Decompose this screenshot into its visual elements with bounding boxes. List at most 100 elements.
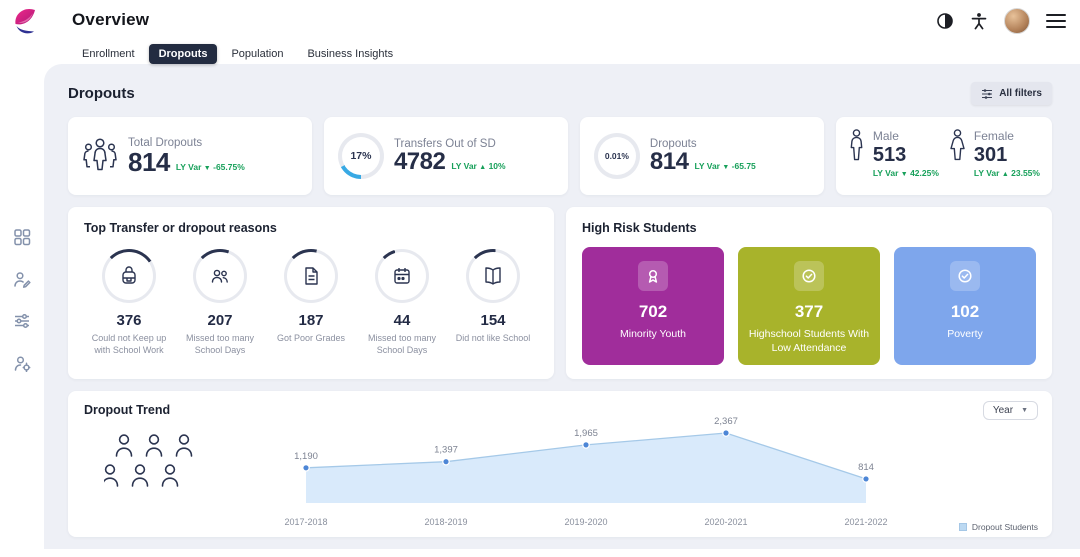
svg-text:2018-2019: 2018-2019 xyxy=(424,517,467,527)
top-header: Overview xyxy=(0,0,1080,42)
reason-item: 154 Did not like School xyxy=(448,249,538,356)
contrast-toggle-button[interactable] xyxy=(936,12,954,30)
kpi-total-dropouts: Total Dropouts 814 LY Var ▼ -65.75% xyxy=(68,117,312,195)
transfers-gauge: 17% xyxy=(337,133,384,179)
kpi-male-female: Male 513 LY Var ▼ 42.25% Female 301 LY V… xyxy=(835,117,1052,195)
reason-gauge xyxy=(102,249,156,303)
sidebar-item-students[interactable] xyxy=(13,270,31,288)
sidebar-item-profile[interactable] xyxy=(13,354,31,372)
reasons-title: Top Transfer or dropout reasons xyxy=(84,221,277,235)
reasons-card: Top Transfer or dropout reasons 376 Coul… xyxy=(68,207,554,379)
trend-chart: 1,190 2017-2018 1,397 2018-2019 1,965 2019-20… xyxy=(284,416,887,527)
ly-var-badge: LY Var ▼ -65.75 xyxy=(694,161,756,171)
svg-text:2019-2020: 2019-2020 xyxy=(564,517,607,527)
reason-value: 154 xyxy=(480,312,506,329)
kpi-value: 814 xyxy=(128,147,170,177)
award-icon xyxy=(648,269,658,283)
ly-var-badge: LY Var ▲ 23.55% xyxy=(973,168,1040,178)
sidebar-item-dashboard[interactable] xyxy=(13,228,31,246)
ly-var-badge: LY Var ▼ -65.75% xyxy=(175,162,245,172)
svg-text:2017-2018: 2017-2018 xyxy=(284,517,327,527)
schoolwork-icon xyxy=(122,266,136,284)
ly-var-badge: LY Var ▲ 10% xyxy=(451,161,506,171)
reason-item: 44 Missed too many School Days xyxy=(357,249,447,356)
ly-var-badge: LY Var ▼ 42.25% xyxy=(872,168,939,178)
risk-value: 377 xyxy=(794,302,824,321)
reason-label: Could not Keep up with School Work xyxy=(91,333,167,356)
trend-title: Dropout Trend xyxy=(84,403,171,417)
kpi-transfers-out: 17% Transfers Out of SD 4782 LY Var ▲ 10… xyxy=(323,117,568,195)
sidebar-item-filters[interactable] xyxy=(13,312,31,330)
hamburger-menu-icon xyxy=(1046,14,1066,28)
risk-label: Highschool Students With Low Attendance xyxy=(748,328,870,355)
attendance-icon xyxy=(211,269,228,283)
svg-text:1,965: 1,965 xyxy=(574,428,598,439)
tab-dropouts[interactable]: Dropouts xyxy=(148,44,218,64)
school-icon xyxy=(485,267,501,285)
svg-text:2020-2021: 2020-2021 xyxy=(704,517,747,527)
high-risk-title: High Risk Students xyxy=(582,221,697,235)
all-filters-button[interactable]: All filters xyxy=(971,82,1052,105)
kpi-male: Male 513 LY Var ▼ 42.25% xyxy=(848,129,939,183)
student-edit-icon xyxy=(14,272,31,288)
kpi-dropouts-pct: 0.01% Dropouts 814 LY Var ▼ -65.75 xyxy=(579,117,824,195)
tab-enrollment[interactable]: Enrollment xyxy=(72,44,145,64)
female-icon xyxy=(950,129,965,161)
reason-gauge xyxy=(284,249,338,303)
triangle-up-icon: ▲ xyxy=(1001,171,1009,178)
reason-label: Got Poor Grades xyxy=(276,333,346,343)
tab-business-insights[interactable]: Business Insights xyxy=(297,44,403,64)
risk-tile-low-attendance: 377 Highschool Students With Low Attenda… xyxy=(738,247,880,365)
user-avatar xyxy=(1004,8,1030,34)
gauge-percent: 17% xyxy=(341,137,380,175)
reason-value: 207 xyxy=(207,312,233,329)
section-title: Dropouts xyxy=(68,85,135,102)
risk-label: Minority Youth xyxy=(620,328,686,340)
header-actions xyxy=(936,8,1066,34)
page-title: Overview xyxy=(72,10,150,29)
tab-bar: Enrollment Dropouts Population Business … xyxy=(72,44,403,64)
triangle-down-icon: ▼ xyxy=(900,171,908,178)
high-risk-card: High Risk Students 702 Minority Youth 37… xyxy=(566,207,1052,379)
calendar-icon xyxy=(394,268,410,284)
kpi-value: 4782 xyxy=(393,148,446,175)
svg-text:1,190: 1,190 xyxy=(294,451,318,462)
kpi-female: Female 301 LY Var ▲ 23.55% xyxy=(949,129,1040,183)
risk-value: 102 xyxy=(950,302,980,321)
reason-gauge xyxy=(466,249,520,303)
main-content: Dropouts All filters Total Dropouts 814 … xyxy=(44,64,1080,549)
triangle-down-icon: ▼ xyxy=(203,165,211,172)
contrast-icon xyxy=(937,13,953,29)
kpi-label: Female xyxy=(973,129,1014,143)
crowd-icon xyxy=(104,434,193,487)
reason-gauge xyxy=(193,249,247,303)
reason-value: 44 xyxy=(393,312,411,329)
people-group-icon xyxy=(83,138,117,171)
triangle-down-icon: ▼ xyxy=(722,164,730,171)
dropouts-gauge: 0.01% xyxy=(593,133,640,179)
chart-legend: Dropout Students xyxy=(958,522,1038,532)
reason-item: 207 Missed too many School Days xyxy=(175,249,265,356)
reason-value: 187 xyxy=(298,312,324,329)
sliders-icon xyxy=(15,313,29,329)
svg-text:1,397: 1,397 xyxy=(434,445,458,456)
risk-tile-minority-youth: 702 Minority Youth xyxy=(582,247,724,365)
svg-text:814: 814 xyxy=(858,462,874,473)
dashboard-grid-icon xyxy=(14,229,31,246)
kpi-value: 513 xyxy=(872,144,907,166)
app-logo-icon[interactable] xyxy=(10,5,42,37)
svg-text:2,367: 2,367 xyxy=(714,416,738,427)
risk-label: Poverty xyxy=(947,328,983,340)
tab-population[interactable]: Population xyxy=(221,44,293,64)
filter-sliders-icon xyxy=(982,88,993,99)
reason-label: Did not like School xyxy=(455,333,531,343)
kpi-row: Total Dropouts 814 LY Var ▼ -65.75% 17% … xyxy=(68,117,1052,195)
kpi-value: 814 xyxy=(649,148,689,175)
reason-gauge xyxy=(375,249,429,303)
menu-button[interactable] xyxy=(1046,13,1066,29)
reason-item: 187 Got Poor Grades xyxy=(266,249,356,356)
dropout-trend-card: Dropout Trend Year ▼ 1,190 2017-2018 1,397… xyxy=(68,391,1052,537)
check-badge-icon xyxy=(802,269,816,283)
user-avatar-button[interactable] xyxy=(1004,8,1030,34)
accessibility-button[interactable] xyxy=(970,12,988,30)
